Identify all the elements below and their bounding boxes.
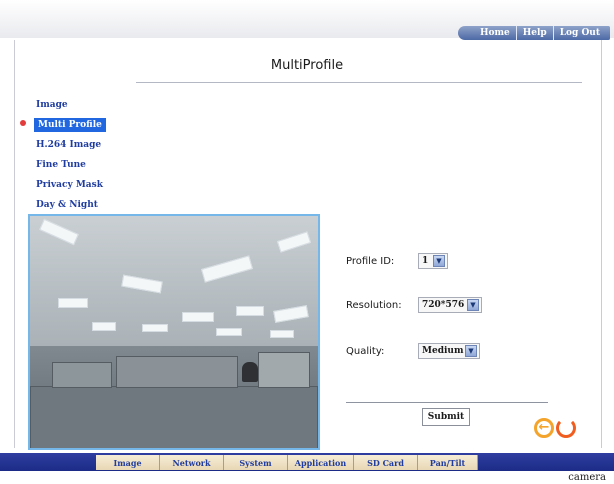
brand-label: camera — [568, 472, 606, 483]
resolution-select[interactable]: 720*576 ▼ — [418, 297, 482, 313]
tab-network[interactable]: Network — [160, 455, 224, 470]
tab-sd-card[interactable]: SD Card — [354, 455, 418, 470]
submit-button[interactable]: Submit — [422, 408, 470, 426]
preview-ceiling — [30, 216, 318, 346]
sidebar-item-privacy-mask[interactable]: Privacy Mask — [36, 180, 103, 190]
refresh-icon[interactable] — [556, 418, 576, 438]
logout-link[interactable]: Log Out — [554, 26, 606, 40]
active-indicator-icon — [20, 120, 26, 126]
sidebar-item-day-night[interactable]: Day & Night — [36, 200, 98, 210]
sidebar-item-fine-tune[interactable]: Fine Tune — [36, 160, 86, 170]
person-in-preview — [242, 362, 258, 382]
top-links: Home Help Log Out — [457, 26, 610, 40]
sidebar-item-h264-image[interactable]: H.264 Image — [36, 140, 101, 150]
chevron-down-icon: ▼ — [465, 345, 477, 357]
sidebar-item-label: Multi Profile — [38, 120, 102, 130]
tab-system[interactable]: System — [224, 455, 288, 470]
profile-id-select[interactable]: 1 ▼ — [418, 253, 448, 269]
resolution-value: 720*576 — [422, 300, 465, 310]
title-divider — [136, 82, 582, 83]
chevron-down-icon: ▼ — [467, 299, 479, 311]
tab-pan-tilt[interactable]: Pan/Tilt — [418, 455, 478, 470]
home-link[interactable]: Home — [474, 26, 517, 40]
sidebar-item-image[interactable]: Image — [36, 100, 68, 110]
back-arrow-icon[interactable]: ← — [534, 418, 554, 438]
quality-select[interactable]: Medium ▼ — [418, 343, 480, 359]
help-link[interactable]: Help — [517, 26, 554, 40]
sidebar-item-multi-profile[interactable]: Multi Profile — [20, 118, 106, 132]
camera-preview — [28, 214, 320, 450]
bottom-tabs: Image Network System Application SD Card… — [96, 455, 478, 470]
profile-id-value: 1 — [422, 256, 429, 266]
chevron-down-icon: ▼ — [433, 255, 445, 267]
resolution-label: Resolution: — [346, 300, 402, 311]
preview-floor — [30, 346, 318, 448]
tab-application[interactable]: Application — [288, 455, 354, 470]
form-divider — [346, 402, 548, 403]
page-title: MultiProfile — [270, 58, 344, 73]
quality-label: Quality: — [346, 346, 385, 357]
quality-value: Medium — [422, 346, 464, 356]
profile-id-label: Profile ID: — [346, 256, 395, 267]
tab-image[interactable]: Image — [96, 455, 160, 470]
